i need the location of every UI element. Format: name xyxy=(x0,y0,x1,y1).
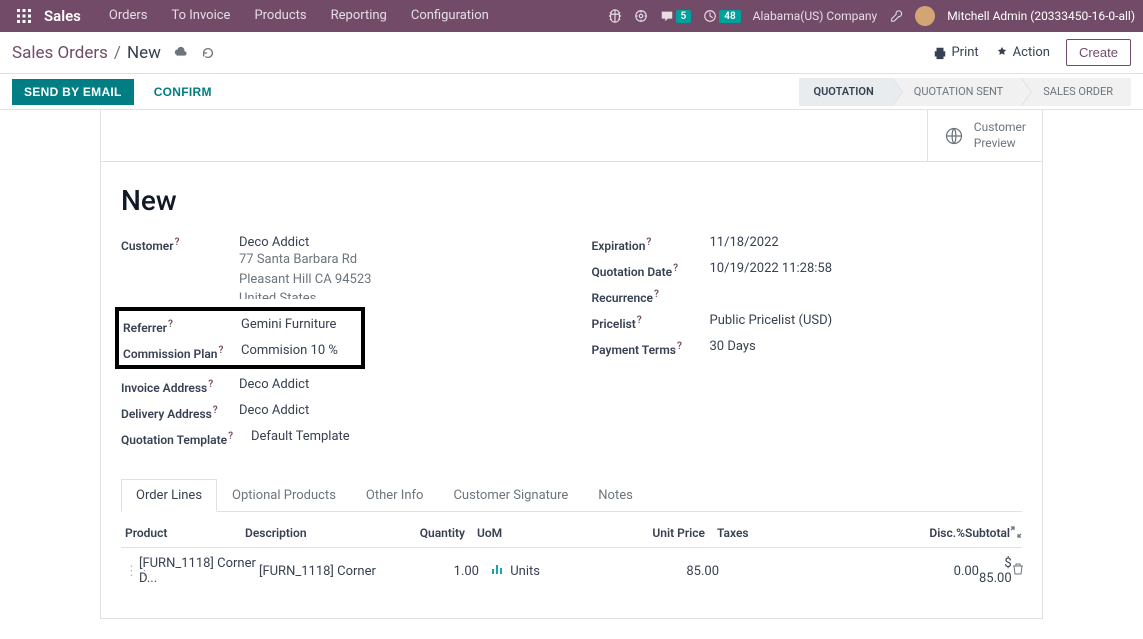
activities-badge: 48 xyxy=(719,10,740,23)
debug-icon[interactable] xyxy=(608,9,622,23)
user-menu[interactable]: Mitchell Admin (20333450-16-0-all) xyxy=(947,9,1135,23)
payment-terms-label: Payment Terms? xyxy=(592,339,710,357)
row-subtotal: $ 85.00 xyxy=(979,556,1012,586)
top-navbar: Sales Orders To Invoice Products Reporti… xyxy=(0,0,1143,32)
send-by-email-button[interactable]: SEND BY EMAIL xyxy=(12,79,134,105)
print-label: Print xyxy=(951,45,978,60)
control-bar: Sales Orders / New Print Action Create xyxy=(0,32,1143,74)
expiration-label: Expiration? xyxy=(592,235,710,253)
row-product[interactable]: [FURN_1118] Corner D... xyxy=(139,556,259,586)
customer-label: Customer? xyxy=(121,235,239,253)
address-line: United States xyxy=(239,289,552,299)
stat-line2: Preview xyxy=(974,136,1026,152)
forecast-icon[interactable] xyxy=(491,564,506,579)
referrer-field[interactable]: Gemini Furniture xyxy=(241,317,357,332)
commission-plan-label: Commission Plan? xyxy=(123,343,241,361)
tools-icon[interactable] xyxy=(889,9,903,23)
tab-optional-products[interactable]: Optional Products xyxy=(217,479,351,512)
invoice-address-field[interactable]: Deco Addict xyxy=(239,377,552,392)
tab-customer-signature[interactable]: Customer Signature xyxy=(438,479,583,512)
nav-to-invoice[interactable]: To Invoice xyxy=(159,0,242,32)
stage-tracker: QUOTATION QUOTATION SENT SALES ORDER xyxy=(799,78,1131,106)
col-uom[interactable]: UoM xyxy=(465,526,565,541)
col-description[interactable]: Description xyxy=(245,526,385,541)
stage-quotation-sent[interactable]: QUOTATION SENT xyxy=(892,78,1021,106)
quotation-template-field[interactable]: Default Template xyxy=(251,429,552,444)
expiration-field[interactable]: 11/18/2022 xyxy=(710,235,1023,250)
action-button[interactable]: Action xyxy=(995,45,1050,60)
nav-orders[interactable]: Orders xyxy=(97,0,160,32)
breadcrumb-root[interactable]: Sales Orders xyxy=(12,43,108,63)
row-quantity[interactable]: 1.00 xyxy=(399,564,479,579)
messages-icon[interactable]: 5 xyxy=(660,9,692,23)
highlight-overlay: Referrer? Gemini Furniture Commission Pl… xyxy=(115,307,365,369)
page-title: New xyxy=(121,184,1022,217)
invoice-address-label: Invoice Address? xyxy=(121,377,239,395)
tab-other-info[interactable]: Other Info xyxy=(351,479,439,512)
recurrence-label: Recurrence? xyxy=(592,287,710,305)
nav-reporting[interactable]: Reporting xyxy=(319,0,399,32)
quotation-date-field[interactable]: 10/19/2022 11:28:58 xyxy=(710,261,1023,276)
expand-icon[interactable] xyxy=(1010,526,1022,541)
row-unit-price[interactable]: 85.00 xyxy=(579,564,719,579)
breadcrumb-sep: / xyxy=(114,43,121,63)
commission-plan-field[interactable]: Commision 10 % xyxy=(241,343,357,358)
table-header-row: Product Description Quantity UoM Unit Pr… xyxy=(121,520,1022,548)
delete-row-icon[interactable] xyxy=(1012,563,1024,579)
address-line: 77 Santa Barbara Rd xyxy=(239,250,552,270)
delivery-address-label: Delivery Address? xyxy=(121,403,239,421)
cloud-save-icon[interactable] xyxy=(171,44,189,62)
form-tabs: Order Lines Optional Products Other Info… xyxy=(121,479,1022,512)
form-sheet: Customer Preview New Customer? Deco Addi… xyxy=(100,109,1043,619)
referrer-label: Referrer? xyxy=(123,317,241,335)
col-product[interactable]: Product xyxy=(125,526,245,541)
avatar[interactable] xyxy=(915,6,935,26)
row-discount[interactable]: 0.00 xyxy=(839,564,979,579)
print-button[interactable]: Print xyxy=(933,45,978,60)
apps-icon[interactable] xyxy=(8,9,40,23)
tab-order-lines[interactable]: Order Lines xyxy=(121,479,217,512)
col-unit-price[interactable]: Unit Price xyxy=(565,526,705,541)
quotation-date-label: Quotation Date? xyxy=(592,261,710,279)
discard-icon[interactable] xyxy=(199,44,217,62)
payment-terms-field[interactable]: 30 Days xyxy=(710,339,1023,354)
tab-notes[interactable]: Notes xyxy=(583,479,648,512)
delivery-address-field[interactable]: Deco Addict xyxy=(239,403,552,418)
breadcrumb-current: New xyxy=(127,43,161,63)
stage-sales-order[interactable]: SALES ORDER xyxy=(1021,78,1131,106)
app-brand[interactable]: Sales xyxy=(40,7,97,25)
breadcrumb: Sales Orders / New xyxy=(12,43,217,63)
col-discount[interactable]: Disc.% xyxy=(825,526,965,541)
globe-icon xyxy=(944,126,964,146)
address-line: Pleasant Hill CA 94523 xyxy=(239,270,552,290)
status-bar: SEND BY EMAIL CONFIRM QUOTATION QUOTATIO… xyxy=(0,74,1143,110)
col-taxes[interactable]: Taxes xyxy=(705,526,825,541)
quotation-template-label: Quotation Template? xyxy=(121,429,251,447)
stage-quotation[interactable]: QUOTATION xyxy=(799,78,891,106)
support-icon[interactable] xyxy=(634,9,648,23)
activities-icon[interactable]: 48 xyxy=(703,9,740,23)
row-uom[interactable]: Units xyxy=(479,563,579,579)
col-subtotal[interactable]: Subtotal xyxy=(965,526,1010,541)
action-label: Action xyxy=(1013,45,1050,60)
form-area: Customer Preview New Customer? Deco Addi… xyxy=(0,109,1143,639)
nav-products[interactable]: Products xyxy=(242,0,318,32)
pricelist-label: Pricelist? xyxy=(592,313,710,331)
messages-badge: 5 xyxy=(676,10,692,23)
pricelist-field[interactable]: Public Pricelist (USD) xyxy=(710,313,1023,328)
stat-line1: Customer xyxy=(974,120,1026,136)
table-row[interactable]: ⋮⋮ [FURN_1118] Corner D... [FURN_1118] C… xyxy=(121,548,1022,594)
create-button[interactable]: Create xyxy=(1066,39,1131,66)
nav-configuration[interactable]: Configuration xyxy=(399,0,501,32)
col-quantity[interactable]: Quantity xyxy=(385,526,465,541)
drag-handle-icon[interactable]: ⋮⋮ xyxy=(125,564,139,579)
customer-field[interactable]: Deco Addict xyxy=(239,235,552,250)
customer-preview-button[interactable]: Customer Preview xyxy=(927,110,1042,161)
confirm-button[interactable]: CONFIRM xyxy=(142,79,224,105)
order-lines-table: Product Description Quantity UoM Unit Pr… xyxy=(121,520,1022,594)
company-selector[interactable]: Alabama(US) Company xyxy=(753,9,878,23)
row-description[interactable]: [FURN_1118] Corner xyxy=(259,564,399,579)
